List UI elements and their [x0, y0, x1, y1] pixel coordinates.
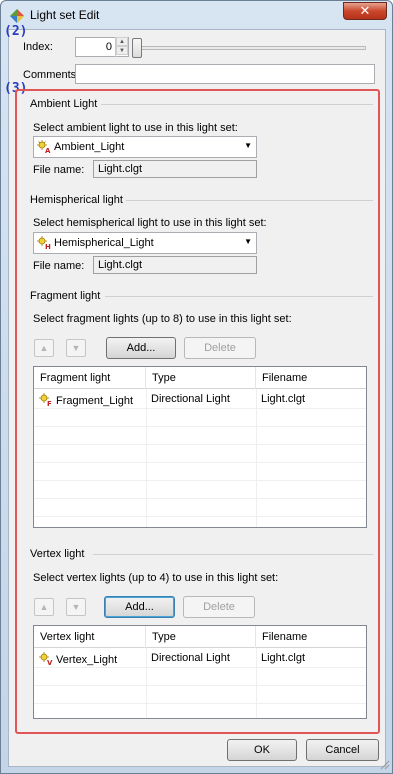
index-slider-track[interactable] — [136, 46, 366, 50]
grid-line — [34, 480, 366, 481]
hemispherical-prompt: Select hemispherical light to use in thi… — [33, 217, 267, 229]
vertex-prompt: Select vertex lights (up to 4) to use in… — [33, 572, 279, 584]
index-spinner[interactable]: ▲ ▼ — [115, 37, 128, 57]
hemispherical-light-icon: H — [37, 236, 51, 250]
svg-text:A: A — [45, 147, 51, 154]
grid-line — [34, 444, 366, 445]
fragment-light-icon: F — [39, 393, 52, 407]
vertex-list-header: Vertex light Type Filename — [34, 626, 366, 648]
svg-text:H: H — [45, 243, 51, 250]
ambient-light-group-title: Ambient Light — [30, 98, 102, 110]
grid-line — [34, 462, 366, 463]
hemispherical-separator — [126, 200, 373, 201]
table-row[interactable]: F Fragment_Light Directional Light Light… — [34, 390, 366, 408]
annotation-2: (2) — [4, 24, 28, 39]
svg-text:V: V — [47, 659, 53, 666]
row-type: Directional Light — [151, 393, 230, 405]
vertex-move-up-button[interactable]: ▲ — [34, 598, 54, 616]
cancel-button[interactable]: Cancel — [306, 739, 379, 761]
arrow-up-icon: ▲ — [39, 602, 49, 612]
chevron-down-icon[interactable]: ▼ — [244, 141, 252, 150]
spin-up-icon[interactable]: ▲ — [116, 37, 128, 46]
hemispherical-selected-value: Hemispherical_Light — [54, 237, 154, 249]
grid-line — [34, 667, 366, 668]
fragment-separator — [105, 296, 373, 297]
fragment-add-button[interactable]: Add... — [106, 337, 176, 359]
column-header[interactable]: Fragment light — [34, 367, 146, 389]
row-name: Vertex_Light — [56, 654, 118, 666]
ambient-light-icon: A — [37, 140, 51, 154]
fragment-group-title: Fragment light — [30, 290, 105, 302]
row-file: Light.clgt — [261, 393, 306, 405]
hemispherical-file-label: File name: — [33, 260, 85, 272]
grid-line — [34, 685, 366, 686]
hemispherical-light-select[interactable]: H Hemispherical_Light ▼ — [33, 232, 257, 254]
ok-button[interactable]: OK — [227, 739, 297, 761]
chevron-down-icon[interactable]: ▼ — [244, 237, 252, 246]
resize-grip-icon[interactable] — [379, 759, 391, 771]
grid-line — [34, 516, 366, 517]
vertex-group-title: Vertex light — [30, 548, 89, 560]
app-icon — [10, 9, 24, 23]
fragment-list-header: Fragment light Type Filename — [34, 367, 366, 389]
comments-label: Comments — [23, 69, 77, 81]
column-header[interactable]: Filename — [256, 626, 366, 648]
arrow-down-icon: ▼ — [71, 343, 81, 353]
hemispherical-group-title: Hemispherical light — [30, 194, 127, 206]
table-cell: F Fragment_Light — [34, 390, 146, 408]
index-slider-thumb[interactable] — [132, 38, 142, 58]
fragment-light-list[interactable]: Fragment light Type Filename F Fragment_… — [33, 366, 367, 528]
ambient-selected-value: Ambient_Light — [54, 141, 125, 153]
ambient-file-label: File name: — [33, 164, 85, 176]
vertex-light-icon: V — [39, 652, 53, 666]
grid-line — [34, 408, 366, 409]
hemispherical-file-name: Light.clgt — [93, 256, 257, 274]
svg-text:F: F — [47, 400, 52, 407]
column-header[interactable]: Filename — [256, 367, 366, 389]
row-type: Directional Light — [151, 652, 230, 664]
vertex-move-down-button[interactable]: ▼ — [66, 598, 86, 616]
window-title: Light set Edit — [30, 8, 100, 22]
row-file: Light.clgt — [261, 652, 306, 664]
ambient-light-select[interactable]: A Ambient_Light ▼ — [33, 136, 257, 158]
ambient-prompt: Select ambient light to use in this ligh… — [33, 122, 238, 134]
title-bar[interactable]: Light set Edit ✕ — [1, 1, 392, 29]
vertex-separator — [93, 554, 373, 555]
fragment-delete-button[interactable]: Delete — [184, 337, 256, 359]
vertex-add-button[interactable]: Add... — [104, 596, 175, 618]
ambient-file-name: Light.clgt — [93, 160, 257, 178]
vertex-delete-button[interactable]: Delete — [183, 596, 255, 618]
grid-line — [146, 389, 147, 527]
light-set-edit-window: Light set Edit ✕ (2) Index: 0 ▲ ▼ Commen… — [0, 0, 393, 774]
table-cell: V Vertex_Light — [34, 649, 146, 667]
grid-line — [34, 498, 366, 499]
comments-input[interactable] — [75, 64, 375, 84]
column-header[interactable]: Vertex light — [34, 626, 146, 648]
fragment-prompt: Select fragment lights (up to 8) to use … — [33, 313, 292, 325]
table-row[interactable]: V Vertex_Light Directional Light Light.c… — [34, 649, 366, 667]
arrow-down-icon: ▼ — [71, 602, 81, 612]
grid-line — [34, 426, 366, 427]
grid-line — [34, 703, 366, 704]
fragment-move-down-button[interactable]: ▼ — [66, 339, 86, 357]
close-button[interactable]: ✕ — [343, 2, 387, 20]
column-header[interactable]: Type — [146, 367, 256, 389]
column-header[interactable]: Type — [146, 626, 256, 648]
vertex-light-list[interactable]: Vertex light Type Filename V Vertex_Ligh… — [33, 625, 367, 719]
row-name: Fragment_Light — [56, 395, 134, 407]
ambient-separator — [101, 104, 373, 105]
spin-down-icon[interactable]: ▼ — [116, 46, 128, 55]
grid-line — [256, 389, 257, 527]
arrow-up-icon: ▲ — [39, 343, 49, 353]
index-label: Index: — [23, 41, 53, 53]
fragment-move-up-button[interactable]: ▲ — [34, 339, 54, 357]
